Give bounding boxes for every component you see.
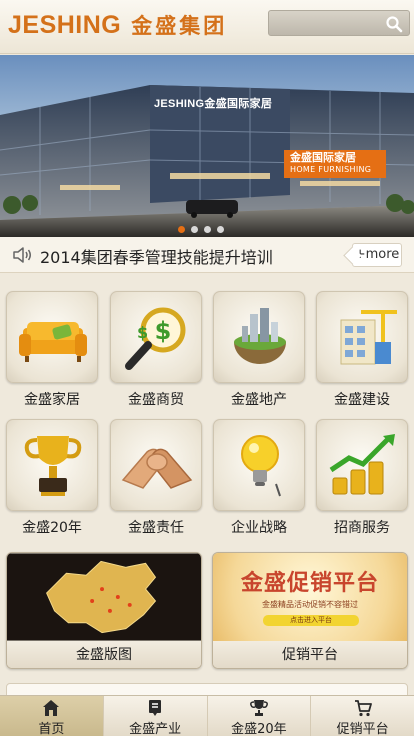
carousel-dot[interactable] xyxy=(204,226,211,233)
tile-label: 金盛建设 xyxy=(334,392,390,408)
nav-label: 促销平台 xyxy=(336,722,389,736)
more-button[interactable]: +more xyxy=(352,243,402,267)
card-territory-map[interactable]: 金盛版图 xyxy=(6,552,202,669)
carousel-dot[interactable] xyxy=(217,226,224,233)
logo[interactable]: JESHING 金盛集团 xyxy=(8,10,227,40)
carousel-dot[interactable] xyxy=(191,226,198,233)
banner-tag-subtitle: HOME FURNISHING xyxy=(290,165,372,174)
banner-tag[interactable]: 金盛国际家居 HOME FURNISHING xyxy=(284,150,386,178)
buildings-globe-icon xyxy=(234,308,286,364)
promo-subtitle: 金盛精品活动促销不容错过 xyxy=(262,600,358,609)
banner-building-sign: JESHING金盛国际家居 xyxy=(154,98,273,110)
card-label: 金盛版图 xyxy=(7,641,201,668)
header: JESHING 金盛集团 xyxy=(0,0,414,54)
banner-carousel[interactable]: JESHING金盛国际家居 金盛国际家居 HOME FURNISHING xyxy=(0,55,414,237)
nav-industry[interactable]: 金盛产业 xyxy=(104,696,208,736)
handshake-icon xyxy=(121,448,193,489)
promo-enter-button[interactable]: 点击进入平台 xyxy=(263,615,359,626)
banner-tag-title: 金盛国际家居 xyxy=(290,151,356,164)
svg-text:$: $ xyxy=(155,317,172,345)
news-headline[interactable]: 2014集团春季管理技能提升培训 xyxy=(40,244,273,268)
sofa-icon xyxy=(19,322,87,362)
tile-label: 招商服务 xyxy=(334,520,390,536)
card-promotion[interactable]: 金盛促销平台 金盛精品活动促销不容错过 点击进入平台 促销平台 xyxy=(212,552,408,669)
tile-label: 金盛家居 xyxy=(24,392,80,408)
tile-label: 金盛地产 xyxy=(231,392,287,408)
nav-label: 金盛20年 xyxy=(231,722,287,736)
tile-label: 金盛责任 xyxy=(128,520,184,536)
tile-anniversary[interactable] xyxy=(6,419,98,511)
promo-image: 金盛促销平台 金盛精品活动促销不容错过 点击进入平台 xyxy=(213,553,407,641)
bottom-nav: 首页 金盛产业 金盛20年 促销平台 xyxy=(0,695,414,736)
carousel-dots xyxy=(178,226,224,233)
tile-investment-service[interactable] xyxy=(316,419,408,511)
tile-real-estate[interactable] xyxy=(213,291,305,383)
search-icon[interactable] xyxy=(385,15,403,33)
construction-building-icon xyxy=(340,310,397,365)
nav-label: 金盛产业 xyxy=(129,722,182,736)
carousel-dot[interactable] xyxy=(178,226,185,233)
tile-home-furnishing[interactable] xyxy=(6,291,98,383)
china-map-icon xyxy=(7,553,201,641)
tile-label: 企业战略 xyxy=(231,520,287,536)
speaker-icon xyxy=(13,247,31,263)
logo-cjk-text: 金盛集团 xyxy=(131,14,228,38)
tile-strategy[interactable] xyxy=(213,419,305,511)
search-input[interactable] xyxy=(275,14,383,32)
cart-icon xyxy=(354,700,372,717)
search-box xyxy=(268,10,410,36)
tile-construction[interactable] xyxy=(316,291,408,383)
home-icon xyxy=(43,700,60,716)
banner-image xyxy=(0,85,414,237)
trophy-icon xyxy=(24,436,82,496)
news-ticker: 2014集团春季管理技能提升培训 +more xyxy=(0,237,414,273)
tile-label: 金盛商贸 xyxy=(128,392,184,408)
lightbulb-icon xyxy=(241,435,281,497)
card-label: 促销平台 xyxy=(213,641,407,668)
trophy-icon xyxy=(249,700,268,716)
svg-text:$: $ xyxy=(137,323,148,342)
tile-responsibility[interactable] xyxy=(110,419,202,511)
nav-label: 首页 xyxy=(38,722,65,736)
nav-home[interactable]: 首页 xyxy=(0,696,104,736)
magnifier-dollar-icon: $ $ xyxy=(125,307,186,370)
logo-latin-text: JESHING xyxy=(8,10,122,39)
nav-anniversary[interactable]: 金盛20年 xyxy=(208,696,312,736)
tile-trade[interactable]: $ $ xyxy=(110,291,202,383)
promo-title: 金盛促销平台 xyxy=(240,571,379,596)
document-icon xyxy=(149,700,162,716)
nav-promotion[interactable]: 促销平台 xyxy=(311,696,414,736)
tile-label: 金盛20年 xyxy=(22,520,82,536)
coins-growth-icon xyxy=(329,434,395,495)
